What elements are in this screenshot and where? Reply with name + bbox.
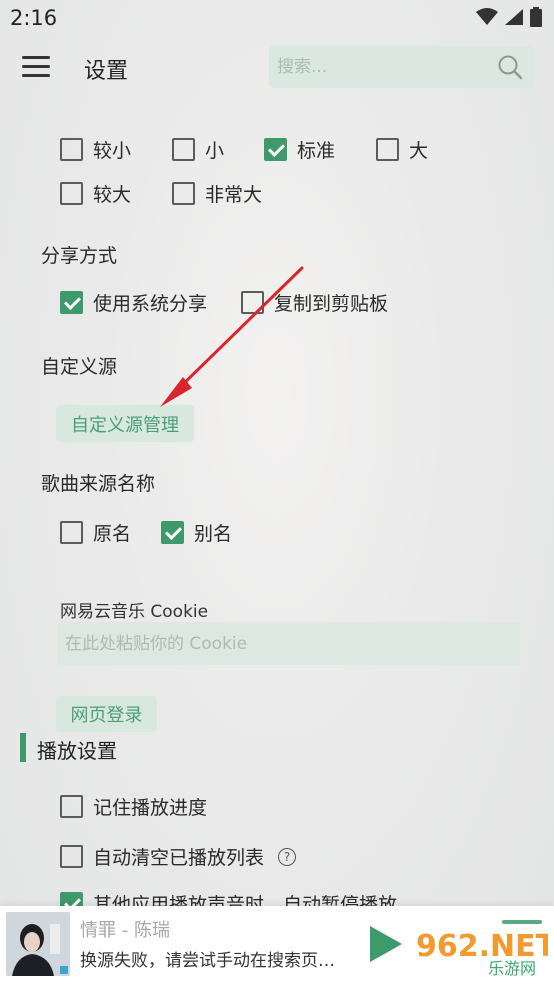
auto-clear-played-option[interactable]: 自动清空已播放列表 ? [60, 843, 297, 870]
help-icon[interactable]: ? [278, 847, 297, 866]
album-cover-image [6, 912, 70, 976]
section-accent-bar [20, 733, 26, 762]
search-input[interactable] [277, 57, 487, 77]
checkbox[interactable] [172, 138, 195, 161]
font-size-larger[interactable]: 较大 [60, 180, 131, 207]
font-size-small[interactable]: 小 [172, 136, 224, 163]
web-login-button[interactable]: 网页登录 [56, 696, 157, 732]
checkbox[interactable] [241, 291, 264, 314]
status-time: 2:16 [10, 6, 58, 30]
song-name-alias[interactable]: 别名 [161, 519, 232, 546]
battery-icon [530, 7, 542, 27]
remember-progress-option[interactable]: 记住播放进度 [60, 793, 207, 820]
checkbox-checked[interactable] [264, 138, 287, 161]
custom-source-manage-button[interactable]: 自定义源管理 [56, 405, 194, 442]
menu-icon [22, 56, 50, 59]
cookie-label: 网易云音乐 Cookie [60, 602, 209, 622]
search-icon[interactable] [497, 54, 523, 80]
font-size-standard[interactable]: 标准 [264, 136, 335, 163]
cookie-input[interactable] [57, 622, 520, 665]
song-source-name-label: 歌曲来源名称 [41, 473, 156, 495]
share-label: 分享方式 [41, 245, 118, 267]
font-size-largest[interactable]: 非常大 [172, 180, 262, 207]
watermark-sub-text: 乐游网 [488, 959, 536, 978]
checkbox[interactable] [60, 521, 83, 544]
checkbox[interactable] [60, 795, 83, 818]
track-title: 情罪 - 陈瑞 [80, 920, 170, 941]
signal-icon [505, 9, 523, 25]
play-icon[interactable] [368, 924, 404, 964]
checkbox[interactable] [60, 138, 83, 161]
track-status: 换源失败，请尝试手动在搜索页… [80, 951, 335, 971]
search-box[interactable] [269, 46, 535, 88]
song-name-original[interactable]: 原名 [60, 519, 131, 546]
share-clipboard[interactable]: 复制到剪贴板 [241, 289, 388, 316]
page-title: 设置 [84, 59, 129, 84]
playback-settings-header: 播放设置 [37, 739, 117, 763]
checkbox[interactable] [60, 182, 83, 205]
album-art[interactable] [6, 912, 70, 976]
status-icons [476, 7, 542, 27]
font-size-smaller[interactable]: 较小 [60, 136, 131, 163]
watermark-logo: 962.NET 乐游网 [414, 916, 554, 978]
checkbox-checked[interactable] [60, 291, 83, 314]
custom-source-label: 自定义源 [41, 356, 118, 378]
checkbox[interactable] [376, 138, 399, 161]
menu-button[interactable] [22, 56, 50, 80]
wifi-icon [476, 8, 498, 25]
font-size-large[interactable]: 大 [376, 136, 428, 163]
checkbox-checked[interactable] [161, 521, 184, 544]
checkbox[interactable] [172, 182, 195, 205]
checkbox[interactable] [60, 845, 83, 868]
share-system[interactable]: 使用系统分享 [60, 289, 207, 316]
